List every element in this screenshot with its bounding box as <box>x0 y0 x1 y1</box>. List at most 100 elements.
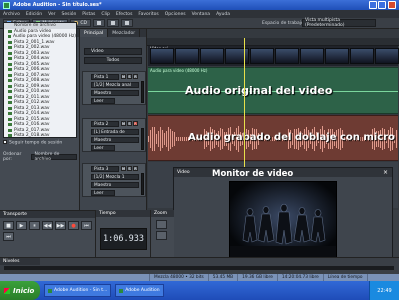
record-button[interactable]: ● <box>68 221 79 230</box>
fast-forward-button[interactable]: ▶▶ <box>55 221 66 230</box>
minimize-icon[interactable] <box>369 1 377 9</box>
status-free-time: 14:20:04.73 libre <box>278 274 324 281</box>
record-arm-button[interactable]: R <box>133 121 138 126</box>
main-panel-tabs: Principal Mezclador <box>80 29 146 37</box>
selection-tool-icon <box>96 21 101 25</box>
system-clock: 22:49 <box>369 281 399 300</box>
zoom-panel: Zoom <box>150 210 174 257</box>
status-size: 53.45 MB <box>209 274 239 281</box>
zoom-tab[interactable]: Zoom <box>151 210 174 217</box>
track-input[interactable]: [1/2] Mezcla 1 <box>91 174 139 180</box>
file-list[interactable]: Nombre de archivo Audio para video Audio … <box>3 22 77 138</box>
monitor-tab[interactable]: Video <box>177 170 190 175</box>
track-meter <box>141 128 144 150</box>
track-input[interactable]: [L] Entrada de <box>91 129 139 135</box>
waveform-sample <box>160 126 161 152</box>
track-name[interactable]: Pista 1 <box>91 74 119 80</box>
rewind-button[interactable]: ◀◀ <box>42 221 53 230</box>
track-input[interactable]: [1/2] Mezcla anal <box>91 82 139 88</box>
close-icon[interactable] <box>388 1 396 9</box>
menu-efectos[interactable]: Efectos <box>116 12 133 17</box>
taskbar-item-audition[interactable]: Adobe Audition - Sin t... <box>44 284 112 297</box>
tool-move[interactable] <box>106 19 119 27</box>
tool-hybrid[interactable] <box>120 19 133 27</box>
record-arm-button[interactable]: R <box>133 74 138 79</box>
move-tool-icon <box>110 21 115 25</box>
automation-mode[interactable]: Leer <box>91 190 115 196</box>
video-thumbnail <box>150 48 174 64</box>
audio-file-icon <box>8 90 12 94</box>
track-output[interactable]: Maestro <box>91 137 139 143</box>
solo-button[interactable]: S <box>127 121 132 126</box>
audio-file-icon <box>8 95 12 99</box>
menu-clip[interactable]: Clip <box>101 12 110 17</box>
waveform-sample <box>164 132 165 146</box>
zoom-buttons <box>151 217 174 243</box>
menu-favoritos[interactable]: Favoritos <box>138 12 158 17</box>
menu-pistas[interactable]: Pistas <box>82 12 95 17</box>
tab-principal[interactable]: Principal <box>80 29 109 37</box>
track-meter <box>141 173 144 195</box>
video-scene <box>230 182 336 258</box>
menu-sesion[interactable]: Sesión <box>61 12 76 17</box>
audio-file-icon <box>8 40 12 44</box>
transport-buttons: ■ ▶ ⏸ ◀◀ ▶▶ ● ⏮ ⏭ <box>0 218 95 244</box>
menu-archivo[interactable]: Archivo <box>3 12 20 17</box>
status-free-space: 19.36 GB libre <box>238 274 278 281</box>
close-icon[interactable]: × <box>383 169 388 176</box>
audio-file-icon <box>8 79 12 83</box>
time-display: 1:06.933 <box>100 228 147 250</box>
video-thumbnail <box>200 48 224 64</box>
menu-ver[interactable]: Ver <box>48 12 55 17</box>
menu-bar: Archivo Edición Ver Sesión Pistas Clip E… <box>0 10 399 18</box>
file-name: Pista 2_018.wav <box>14 133 50 138</box>
zoom-out-icon[interactable] <box>156 231 167 240</box>
tool-time-selection[interactable] <box>92 19 105 27</box>
session-tempo-checkbox[interactable]: Seguir tempo de sesión <box>3 140 77 146</box>
solo-button[interactable]: S <box>127 166 132 171</box>
go-to-start-button[interactable]: ⏮ <box>81 221 92 230</box>
taskbar-item-audition-2[interactable]: Adobe Audition <box>115 284 164 297</box>
waveform-sample <box>168 126 169 152</box>
mute-button[interactable]: M <box>121 74 126 79</box>
video-thumbnail <box>275 48 299 64</box>
track-name[interactable]: Pista 3 <box>91 166 119 172</box>
waveform-sample <box>148 136 149 142</box>
track-output[interactable]: Maestro <box>91 90 139 96</box>
menu-ventana[interactable]: Ventana <box>192 12 210 17</box>
time-ruler[interactable] <box>147 38 399 46</box>
video-clip[interactable]: Video.avi <box>148 46 399 66</box>
record-arm-button[interactable]: R <box>133 166 138 171</box>
track-output[interactable]: Maestro <box>91 182 139 188</box>
start-button[interactable]: Inicio <box>0 281 40 300</box>
audio-file-icon <box>8 62 12 66</box>
mute-button[interactable]: M <box>121 166 126 171</box>
levels-tab[interactable]: Niveles <box>0 258 40 265</box>
maximize-icon[interactable] <box>378 1 386 9</box>
video-track-header[interactable]: Video <box>84 48 142 55</box>
solo-button[interactable]: S <box>127 74 132 79</box>
file-list-item[interactable]: Pista 2_018.wav <box>4 133 76 138</box>
mute-button[interactable]: M <box>121 121 126 126</box>
waveform-sample <box>186 137 187 141</box>
workspace-select[interactable]: Vista multipista (Predeterminado) <box>302 18 376 28</box>
track-name[interactable]: Pista 2 <box>91 121 119 127</box>
menu-ayuda[interactable]: Ayuda <box>216 12 230 17</box>
video-monitor-window: Video × Monitor de video <box>173 167 393 264</box>
audio-file-icon <box>8 51 12 55</box>
track-filter-select[interactable]: Todos <box>84 57 142 64</box>
automation-mode[interactable]: Leer <box>91 98 115 104</box>
go-to-end-button[interactable]: ⏭ <box>3 232 14 241</box>
time-tab[interactable]: Tiempo <box>96 210 150 217</box>
zoom-in-icon[interactable] <box>156 220 167 229</box>
pause-button[interactable]: ⏸ <box>29 221 40 230</box>
play-button[interactable]: ▶ <box>16 221 27 230</box>
stop-button[interactable]: ■ <box>3 221 14 230</box>
menu-opciones[interactable]: Opciones <box>165 12 186 17</box>
tab-mezclador[interactable]: Mezclador <box>108 29 141 37</box>
order-select[interactable]: Nombre de archivo <box>31 152 77 162</box>
files-footer: Seguir tempo de sesión Ordenar por: Nomb… <box>3 140 77 178</box>
automation-mode[interactable]: Leer <box>91 145 115 151</box>
transport-tab[interactable]: Transporte <box>0 211 95 218</box>
menu-edicion[interactable]: Edición <box>26 12 42 17</box>
